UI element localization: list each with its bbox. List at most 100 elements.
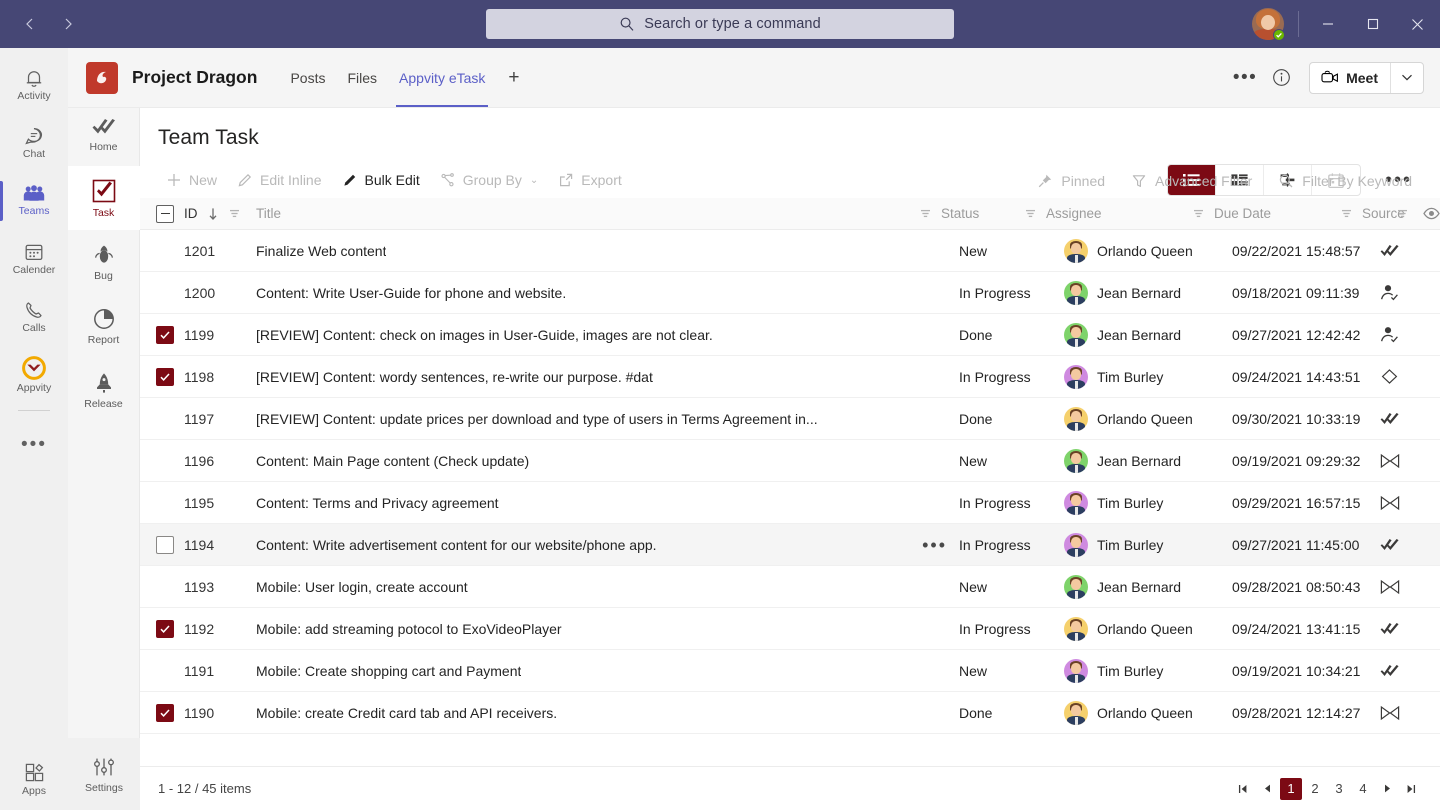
meet-dropdown-caret-icon[interactable] [1391, 63, 1423, 93]
first-page-button[interactable] [1232, 778, 1254, 800]
back-icon[interactable] [14, 8, 46, 40]
table-row[interactable]: 1201Finalize Web contentNewOrlando Queen… [140, 230, 1440, 272]
table-row[interactable]: 1200Content: Write User-Guide for phone … [140, 272, 1440, 314]
row-checkbox[interactable] [156, 704, 184, 722]
sidebar-item-teams[interactable]: Teams [0, 172, 68, 230]
table-row[interactable]: 1192Mobile: add streaming potocol to Exo… [140, 608, 1440, 650]
column-header-title[interactable]: Title [256, 206, 919, 221]
mail-icon [1380, 495, 1400, 511]
cell-title[interactable]: [REVIEW] Content: wordy sentences, re-wr… [256, 369, 959, 385]
tab-files[interactable]: Files [336, 49, 388, 107]
cell-title[interactable]: Content: Write advertisement content for… [256, 536, 959, 554]
cell-id: 1199 [184, 327, 256, 343]
minimize-button[interactable] [1305, 0, 1350, 48]
page-button-1[interactable]: 1 [1280, 778, 1302, 800]
page-button-4[interactable]: 4 [1352, 778, 1374, 800]
row-checkbox[interactable] [156, 536, 184, 554]
sidebar-item-chat[interactable]: Chat [0, 114, 68, 172]
page-button-3[interactable]: 3 [1328, 778, 1350, 800]
cell-title[interactable]: Mobile: create Credit card tab and API r… [256, 705, 959, 721]
sidebar-item-apps[interactable]: Apps [0, 752, 68, 810]
avatar[interactable] [1252, 8, 1284, 40]
advanced-filter-button[interactable]: Advanced Filter [1121, 169, 1262, 193]
sort-descending-icon[interactable] [207, 207, 219, 221]
table-row[interactable]: 1190Mobile: create Credit card tab and A… [140, 692, 1440, 734]
sidebar-item-calls[interactable]: Calls [0, 288, 68, 346]
table-row[interactable]: 1199[REVIEW] Content: check on images in… [140, 314, 1440, 356]
column-filter-icon[interactable] [228, 207, 241, 220]
tab-posts[interactable]: Posts [279, 49, 336, 107]
add-tab-button[interactable]: + [496, 67, 531, 89]
cell-title[interactable]: [REVIEW] Content: check on images in Use… [256, 327, 959, 343]
column-header-source[interactable]: Source [1340, 206, 1400, 221]
row-checkbox[interactable] [156, 620, 184, 638]
column-header-id[interactable]: ID [184, 206, 256, 221]
app-tab-release[interactable]: Release [68, 358, 140, 422]
team-more-button[interactable]: ••• [1229, 62, 1261, 94]
table-row[interactable]: 1197[REVIEW] Content: update prices per … [140, 398, 1440, 440]
cell-title[interactable]: [REVIEW] Content: update prices per down… [256, 411, 959, 427]
cell-title[interactable]: Content: Terms and Privacy agreement [256, 495, 959, 511]
app-tab-bug[interactable]: Bug [68, 230, 140, 294]
cell-due-date: 09/18/2021 09:11:39 [1232, 285, 1380, 301]
info-icon[interactable] [1265, 62, 1297, 94]
maximize-button[interactable] [1350, 0, 1395, 48]
cell-source [1380, 537, 1440, 553]
apps-icon [23, 761, 46, 784]
table-row[interactable]: 1198[REVIEW] Content: wordy sentences, r… [140, 356, 1440, 398]
table-row[interactable]: 1193Mobile: User login, create accountNe… [140, 566, 1440, 608]
assignee-avatar [1064, 659, 1088, 683]
select-all-checkbox[interactable] [156, 205, 184, 223]
row-context-menu-button[interactable]: ••• [908, 536, 947, 554]
meet-main[interactable]: Meet [1310, 63, 1391, 93]
next-page-button[interactable] [1376, 778, 1398, 800]
cell-status: New [959, 453, 1064, 469]
page-button-2[interactable]: 2 [1304, 778, 1326, 800]
cell-title[interactable]: Finalize Web content [256, 243, 959, 259]
prev-page-button[interactable] [1256, 778, 1278, 800]
app-tab-report[interactable]: Report [68, 294, 140, 358]
filter-by-keyword-input[interactable]: Filter By Keyword [1268, 169, 1422, 193]
close-button[interactable] [1395, 0, 1440, 48]
column-header-status[interactable]: Status [919, 206, 1024, 221]
sidebar-item-appvity[interactable]: Appvity [0, 346, 68, 404]
cell-title[interactable]: Content: Write User-Guide for phone and … [256, 285, 959, 301]
column-header-extra[interactable] [1396, 207, 1440, 220]
meet-button[interactable]: Meet [1309, 62, 1424, 94]
column-filter-icon[interactable] [1340, 207, 1353, 220]
column-filter-icon[interactable] [1192, 207, 1205, 220]
cell-title[interactable]: Mobile: User login, create account [256, 579, 959, 595]
table-row[interactable]: 1196Content: Main Page content (Check up… [140, 440, 1440, 482]
app-tab-settings[interactable]: Settings [68, 738, 140, 810]
pie-chart-icon [92, 307, 116, 331]
task-title-text: Mobile: User login, create account [256, 579, 468, 595]
column-header-assignee[interactable]: Assignee [1024, 206, 1192, 221]
row-checkbox[interactable] [156, 326, 184, 344]
column-filter-icon[interactable] [1024, 207, 1037, 220]
table-row[interactable]: 1194Content: Write advertisement content… [140, 524, 1440, 566]
app-tab-home[interactable]: Home [68, 102, 140, 166]
cell-status: In Progress [959, 495, 1064, 511]
column-filter-icon[interactable] [1396, 207, 1409, 220]
cell-title[interactable]: Mobile: Create shopping cart and Payment [256, 663, 959, 679]
pinned-button[interactable]: Pinned [1027, 169, 1115, 193]
column-label-assignee: Assignee [1046, 206, 1102, 221]
table-row[interactable]: 1195Content: Terms and Privacy agreement… [140, 482, 1440, 524]
table-row[interactable]: 1191Mobile: Create shopping cart and Pay… [140, 650, 1440, 692]
sidebar-item-calendar[interactable]: Calender [0, 230, 68, 288]
cell-title[interactable]: Content: Main Page content (Check update… [256, 453, 959, 469]
column-filter-icon[interactable] [919, 207, 932, 220]
search-input[interactable]: Search or type a command [486, 9, 954, 39]
eye-icon[interactable] [1423, 207, 1440, 220]
checkbox-unchecked-icon [156, 536, 174, 554]
rail-overflow-button[interactable]: ••• [0, 415, 68, 473]
sidebar-item-activity[interactable]: Activity [0, 56, 68, 114]
app-tab-task[interactable]: Task [68, 166, 140, 230]
last-page-button[interactable] [1400, 778, 1422, 800]
column-header-due-date[interactable]: Due Date [1192, 206, 1340, 221]
row-checkbox[interactable] [156, 368, 184, 386]
forward-icon[interactable] [52, 8, 84, 40]
tab-appvity-etask[interactable]: Appvity eTask [388, 49, 496, 107]
double-check-icon [1380, 621, 1400, 637]
cell-title[interactable]: Mobile: add streaming potocol to ExoVide… [256, 621, 959, 637]
